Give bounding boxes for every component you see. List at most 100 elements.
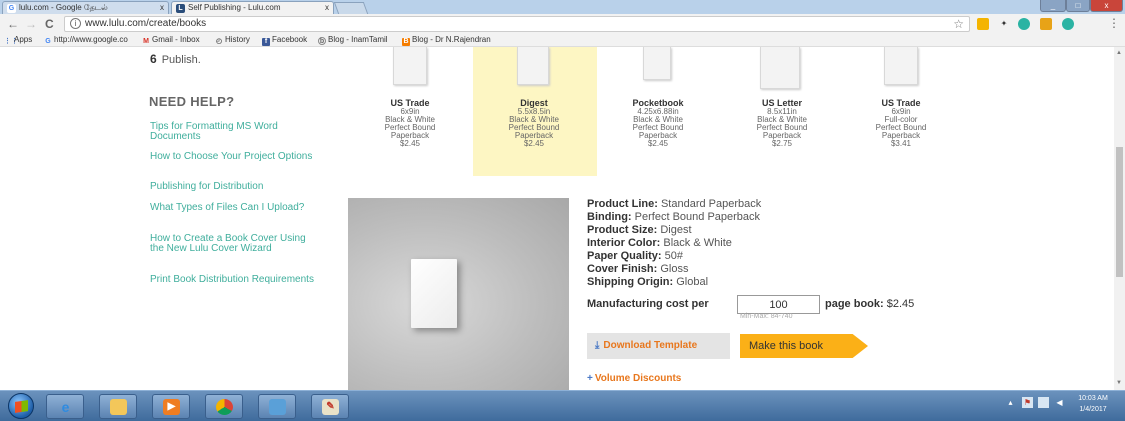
bookmark-label: Blog - Dr N.Rajendran — [412, 35, 491, 44]
help-link-print-requirements[interactable]: Print Book Distribution Requirements — [150, 275, 315, 285]
spec-label: Product Line: — [587, 198, 658, 210]
help-link-formatting-word[interactable]: Tips for Formatting MS Word Documents — [150, 122, 315, 142]
product-thumbnail-us-trade[interactable] — [393, 47, 427, 85]
minimize-button[interactable]: _ — [1040, 0, 1066, 12]
reload-icon[interactable]: C — [45, 17, 54, 31]
extension-icon[interactable] — [977, 18, 989, 30]
spec-product-line: Product Line: Standard Paperback — [587, 198, 761, 211]
bookmark-label: Facebook — [272, 35, 308, 44]
product-option-digest[interactable]: Digest 5.5x8.5in Black & White Perfect B… — [489, 98, 579, 148]
show-hidden-icons-icon[interactable]: ▴ — [1005, 397, 1016, 408]
forward-arrow-icon[interactable]: → — [25, 17, 37, 31]
page-scrollbar[interactable]: ▲ ▼ — [1114, 47, 1125, 390]
page-count-hint: Min-Max: 84-740 — [740, 313, 793, 320]
media-player-icon: ▶ — [163, 399, 180, 415]
tab-title: lulu.com - Google தேடல் — [19, 3, 108, 12]
spec-value: Digest — [660, 224, 692, 236]
browser-toolbar: ← → C i www.lulu.com/create/books ☆ ✦ ⋮ — [0, 14, 1125, 34]
spec-value: Perfect Bound Paperback — [634, 211, 761, 223]
product-option-pocketbook[interactable]: Pocketbook 4.25x6.88in Black & White Per… — [613, 98, 703, 148]
product-option-us-letter[interactable]: US Letter 8.5x11in Black & White Perfect… — [737, 98, 827, 148]
bookmark-apps[interactable]: ⋮⋮Apps — [4, 34, 32, 46]
need-help-heading: NEED HELP? — [149, 94, 235, 109]
product-price: $2.45 — [523, 139, 545, 148]
paint-icon: ✎ — [322, 399, 339, 415]
spec-label: Interior Color: — [587, 237, 661, 249]
close-tab-icon[interactable]: x — [325, 2, 329, 14]
manufacturing-cost-label: Manufacturing cost per — [587, 298, 709, 310]
back-arrow-icon[interactable]: ← — [7, 17, 19, 31]
help-link-distribution[interactable]: Publishing for Distribution — [150, 182, 315, 192]
bookmark-gmail[interactable]: M Gmail - Inbox — [142, 34, 200, 46]
tab-self-publishing[interactable]: L Self Publishing - Lulu.com x — [171, 1, 334, 14]
scroll-up-icon[interactable]: ▲ — [1116, 50, 1122, 56]
extension-pin-icon[interactable]: ✦ — [998, 18, 1010, 30]
start-button[interactable] — [8, 393, 34, 419]
help-link-file-types[interactable]: What Types of Files Can I Upload? — [150, 203, 315, 213]
scroll-down-icon[interactable]: ▼ — [1116, 380, 1122, 386]
chrome-icon — [216, 399, 233, 415]
download-template-button[interactable]: ⤓ Download Template — [587, 333, 730, 359]
browser-menu-icon[interactable]: ⋮ — [1108, 16, 1120, 30]
bookmark-blog-rajendran[interactable]: B Blog - Dr N.Rajendran — [402, 34, 491, 46]
product-option-us-trade[interactable]: US Trade 6x9in Black & White Perfect Bou… — [365, 98, 455, 148]
blogger-icon: b — [318, 37, 326, 45]
taskbar-media-player[interactable]: ▶ — [152, 394, 190, 419]
clock-date: 1/4/2017 — [1079, 406, 1107, 413]
address-bar[interactable]: i www.lulu.com/create/books ☆ — [64, 16, 970, 32]
extension-icon[interactable] — [1018, 18, 1030, 30]
close-window-button[interactable]: x — [1090, 0, 1123, 12]
system-clock[interactable]: 10:03 AM 1/4/2017 — [1064, 393, 1122, 415]
bookmark-blog-inamtamil[interactable]: b Blog - InamTamil — [318, 34, 388, 46]
cost-price: $2.45 — [886, 298, 915, 310]
network-status-icon[interactable] — [1038, 397, 1049, 408]
help-link-cover-wizard[interactable]: How to Create a Book Cover Using the New… — [150, 234, 315, 254]
spec-interior-color: Interior Color: Black & White — [587, 237, 732, 250]
taskbar-internet-explorer[interactable]: e — [46, 394, 84, 419]
product-thumbnail-us-trade-color[interactable] — [884, 47, 918, 85]
bookmark-label: http://www.google.co — [54, 35, 128, 44]
spec-shipping-origin: Shipping Origin: Global — [587, 276, 708, 289]
manufacturing-cost-result: page book: $2.45 — [825, 298, 914, 310]
product-thumbnail-digest[interactable] — [517, 47, 549, 85]
spec-label: Paper Quality: — [587, 250, 662, 262]
tab-title: Self Publishing - Lulu.com — [188, 3, 281, 12]
step-label: Publish. — [161, 54, 201, 66]
taskbar-chrome[interactable] — [205, 394, 243, 419]
book-preview-image — [348, 198, 569, 390]
blogger-icon: B — [402, 38, 410, 46]
volume-discounts-link[interactable]: + Volume Discounts — [587, 373, 681, 384]
product-option-us-trade-color[interactable]: US Trade 6x9in Full-color Perfect Bound … — [856, 98, 946, 148]
product-thumbnail-us-letter[interactable] — [760, 47, 800, 89]
google-icon: G — [7, 4, 16, 13]
new-tab-button[interactable] — [333, 2, 369, 14]
page-count-input[interactable] — [737, 295, 820, 314]
bookmark-label: Gmail - Inbox — [152, 35, 200, 44]
volume-discounts-label: Volume Discounts — [594, 373, 682, 384]
extension-icon[interactable] — [1062, 18, 1074, 30]
product-thumbnail-pocketbook[interactable] — [643, 47, 671, 80]
make-this-book-button[interactable]: Make this book — [740, 334, 868, 358]
bookmark-google[interactable]: Ghttp://www.google.co — [44, 34, 128, 46]
scrollbar-thumb[interactable] — [1116, 147, 1123, 277]
action-center-icon[interactable]: ⚑ — [1022, 397, 1033, 408]
bookmark-label: History — [225, 35, 250, 44]
taskbar-paint[interactable]: ✎ — [311, 394, 349, 419]
info-icon[interactable]: i — [70, 18, 81, 29]
taskbar-file-explorer[interactable] — [99, 394, 137, 419]
maximize-button[interactable]: □ — [1066, 0, 1090, 12]
bookmark-facebook[interactable]: f Facebook — [262, 34, 307, 46]
bookmark-star-icon[interactable]: ☆ — [953, 17, 964, 31]
internet-explorer-icon: e — [61, 399, 70, 415]
tab-google-search[interactable]: G lulu.com - Google தேடல் x — [2, 1, 169, 14]
apps-grid-icon: ⋮⋮ — [4, 38, 18, 45]
spec-value: Standard Paperback — [660, 198, 762, 210]
taskbar-network[interactable] — [258, 394, 296, 419]
close-tab-icon[interactable]: x — [160, 2, 164, 14]
step-number: 6 — [150, 52, 157, 66]
help-link-project-options[interactable]: How to Choose Your Project Options — [150, 152, 315, 162]
extension-icon[interactable] — [1040, 18, 1052, 30]
bookmark-history[interactable]: ◴ History — [215, 34, 250, 46]
spec-value: 50# — [664, 250, 683, 262]
google-icon: G — [45, 38, 51, 45]
